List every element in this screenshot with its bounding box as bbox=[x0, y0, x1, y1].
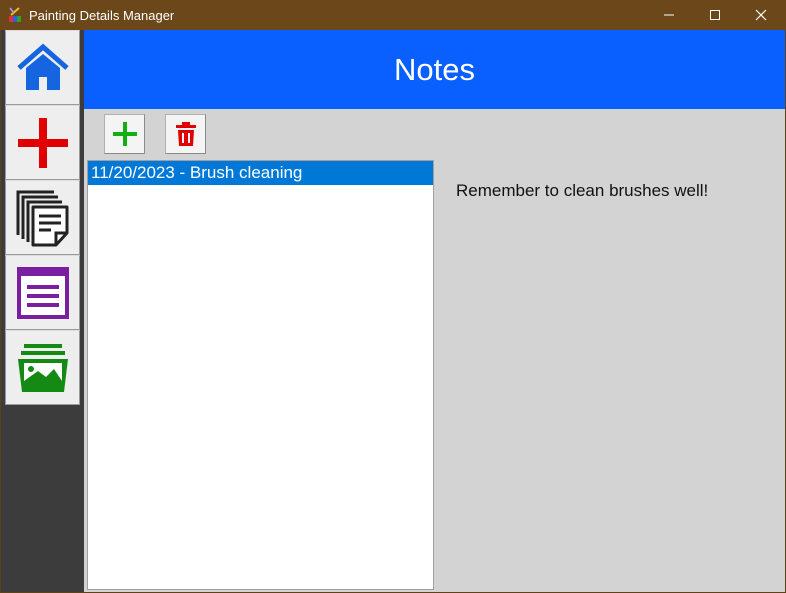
notes-list[interactable]: 11/20/2023 - Brush cleaning bbox=[87, 160, 434, 590]
trash-icon bbox=[175, 122, 196, 146]
plus-icon bbox=[17, 117, 68, 168]
main-panel: Notes 11/20/2023 - Brush cleaning Rememb… bbox=[84, 30, 785, 592]
maximize-button[interactable] bbox=[692, 0, 738, 30]
minimize-icon bbox=[664, 14, 674, 16]
maximize-icon bbox=[710, 10, 720, 20]
close-icon bbox=[755, 9, 767, 21]
sidebar-item-home[interactable] bbox=[5, 30, 80, 105]
add-note-button[interactable] bbox=[104, 114, 145, 154]
plus-icon bbox=[112, 122, 137, 146]
delete-note-button[interactable] bbox=[165, 114, 206, 154]
title-bar: Painting Details Manager bbox=[0, 0, 786, 30]
list-item[interactable]: 11/20/2023 - Brush cleaning bbox=[88, 161, 433, 185]
sidebar bbox=[5, 30, 80, 405]
image-stack-icon bbox=[17, 343, 68, 392]
minimize-button[interactable] bbox=[646, 0, 692, 30]
page-title: Notes bbox=[394, 51, 475, 87]
note-text: Remember to clean brushes well! bbox=[456, 181, 709, 200]
app-client-area: Notes 11/20/2023 - Brush cleaning Rememb… bbox=[1, 30, 785, 592]
documents-icon bbox=[16, 190, 68, 246]
app-icon bbox=[9, 7, 21, 22]
list-window-icon bbox=[16, 266, 69, 319]
window-title: Painting Details Manager bbox=[29, 8, 175, 23]
sidebar-item-notes[interactable] bbox=[5, 180, 80, 255]
sidebar-item-details[interactable] bbox=[5, 255, 80, 330]
close-button[interactable] bbox=[738, 0, 784, 30]
sidebar-item-gallery[interactable] bbox=[5, 330, 80, 405]
page-header: Notes bbox=[84, 30, 785, 109]
sidebar-item-add[interactable] bbox=[5, 105, 80, 180]
home-icon bbox=[16, 43, 69, 90]
